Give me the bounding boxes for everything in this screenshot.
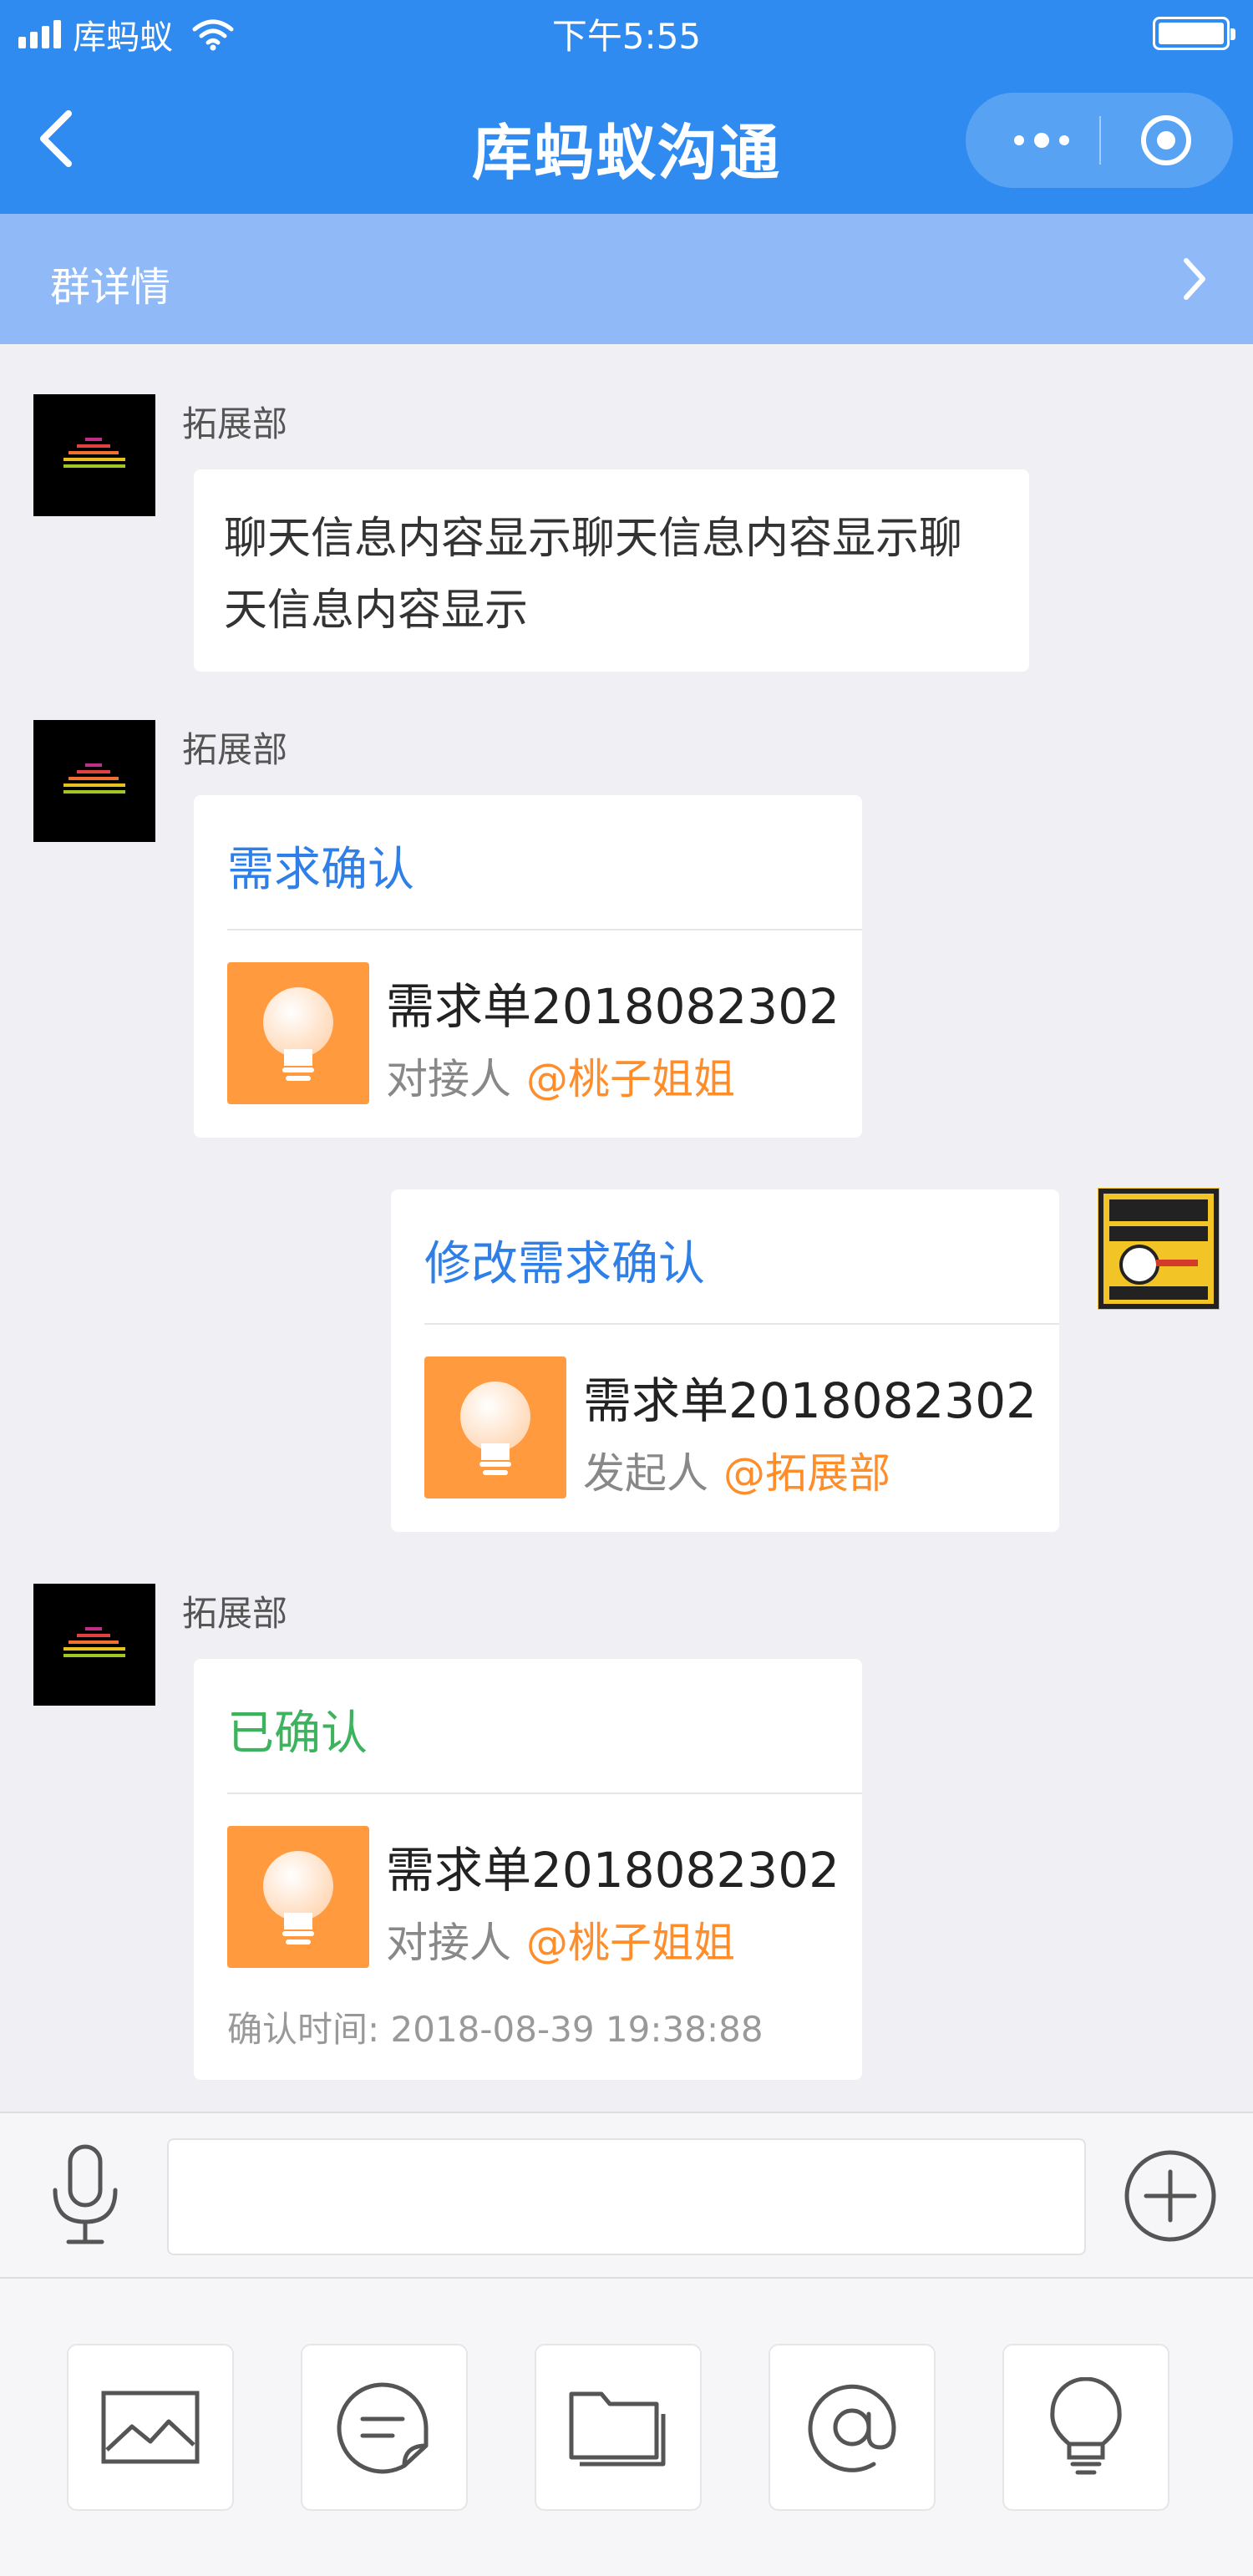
nav-bar: 库蚂蚁沟通 <box>0 63 1253 214</box>
attachment-toolbar <box>0 2277 1253 2576</box>
chevron-right-icon <box>1184 258 1205 300</box>
file-button[interactable] <box>535 2344 702 2511</box>
image-button[interactable] <box>67 2344 234 2511</box>
initiator-line: 发起人 @拓展部 <box>583 1440 890 1500</box>
mini-program-capsule <box>966 93 1233 188</box>
card-title: 修改需求确认 <box>424 1237 705 1291</box>
contact-line: 对接人 @桃子姐姐 <box>386 1046 735 1106</box>
status-time: 下午5:55 <box>551 16 702 57</box>
card-title: 已确认 <box>227 1706 368 1761</box>
lightbulb-icon <box>227 1826 369 1968</box>
dept-logo-icon <box>63 1627 125 1657</box>
avatar[interactable] <box>33 1584 155 1706</box>
group-details-bar[interactable]: 群详情 <box>0 214 1253 344</box>
lightbulb-icon <box>1050 2377 1122 2475</box>
group-details-label: 群详情 <box>50 264 171 311</box>
message-list[interactable]: 拓展部 聊天信息内容显示聊天信息内容显示聊天信息内容显示 拓展部 需求确认 需求… <box>0 344 1253 2112</box>
add-icon[interactable] <box>1123 2148 1218 2244</box>
contact-label: 对接人 <box>386 1919 511 1967</box>
card-divider <box>424 1323 1059 1325</box>
status-bar: 库蚂蚁 下午5:55 <box>0 0 1253 63</box>
initiator-label: 发起人 <box>583 1449 708 1498</box>
dept-logo-icon <box>63 438 125 468</box>
requirement-button[interactable] <box>1002 2344 1169 2511</box>
at-icon <box>808 2384 896 2472</box>
requirement-number: 需求单2018082302 <box>583 1372 1037 1429</box>
lightbulb-icon <box>424 1356 566 1498</box>
mention-link[interactable]: @桃子姐姐 <box>526 1919 735 1967</box>
card-title: 需求确认 <box>227 843 414 897</box>
text-message-bubble[interactable]: 聊天信息内容显示聊天信息内容显示聊天信息内容显示 <box>194 469 1029 672</box>
more-options-icon[interactable] <box>996 93 1088 188</box>
requirement-number: 需求单2018082302 <box>386 978 840 1035</box>
quick-reply-button[interactable] <box>301 2344 468 2511</box>
input-bar <box>0 2112 1253 2277</box>
user-avatar[interactable] <box>1098 1188 1220 1310</box>
mention-link[interactable]: @桃子姐姐 <box>526 1055 735 1103</box>
avatar[interactable] <box>33 394 155 516</box>
mention-button[interactable] <box>769 2344 936 2511</box>
sender-name: 拓展部 <box>182 729 288 770</box>
confirmed-card[interactable]: 已确认 需求单2018082302 对接人 @桃子姐姐 确认时间: 2018-08… <box>194 1659 862 2080</box>
capsule-divider <box>1099 116 1101 165</box>
message-text: 聊天信息内容显示聊天信息内容显示聊天信息内容显示 <box>224 514 963 636</box>
modify-requirement-card[interactable]: 修改需求确认 需求单2018082302 发起人 @拓展部 <box>391 1189 1059 1532</box>
card-divider <box>227 929 862 931</box>
folder-icon <box>569 2391 666 2467</box>
microphone-icon[interactable] <box>47 2143 124 2247</box>
battery-icon <box>1153 17 1235 50</box>
requirement-number: 需求单2018082302 <box>386 1842 840 1899</box>
sender-name: 拓展部 <box>182 403 288 444</box>
image-icon <box>101 2391 200 2464</box>
lightbulb-icon <box>227 962 369 1104</box>
contact-label: 对接人 <box>386 1055 511 1103</box>
sender-name: 拓展部 <box>182 1593 288 1634</box>
avatar[interactable] <box>33 720 155 842</box>
poster-avatar-icon <box>1098 1188 1220 1310</box>
quick-reply-icon <box>337 2382 429 2474</box>
contact-line: 对接人 @桃子姐姐 <box>386 1909 735 1970</box>
mention-link[interactable]: @拓展部 <box>723 1449 890 1498</box>
confirm-time: 确认时间: 2018-08-39 19:38:88 <box>227 2009 763 2050</box>
message-input[interactable] <box>167 2138 1086 2255</box>
close-program-icon[interactable] <box>1141 115 1191 165</box>
requirement-card[interactable]: 需求确认 需求单2018082302 对接人 @桃子姐姐 <box>194 795 862 1138</box>
card-divider <box>227 1793 862 1794</box>
dept-logo-icon <box>63 763 125 794</box>
